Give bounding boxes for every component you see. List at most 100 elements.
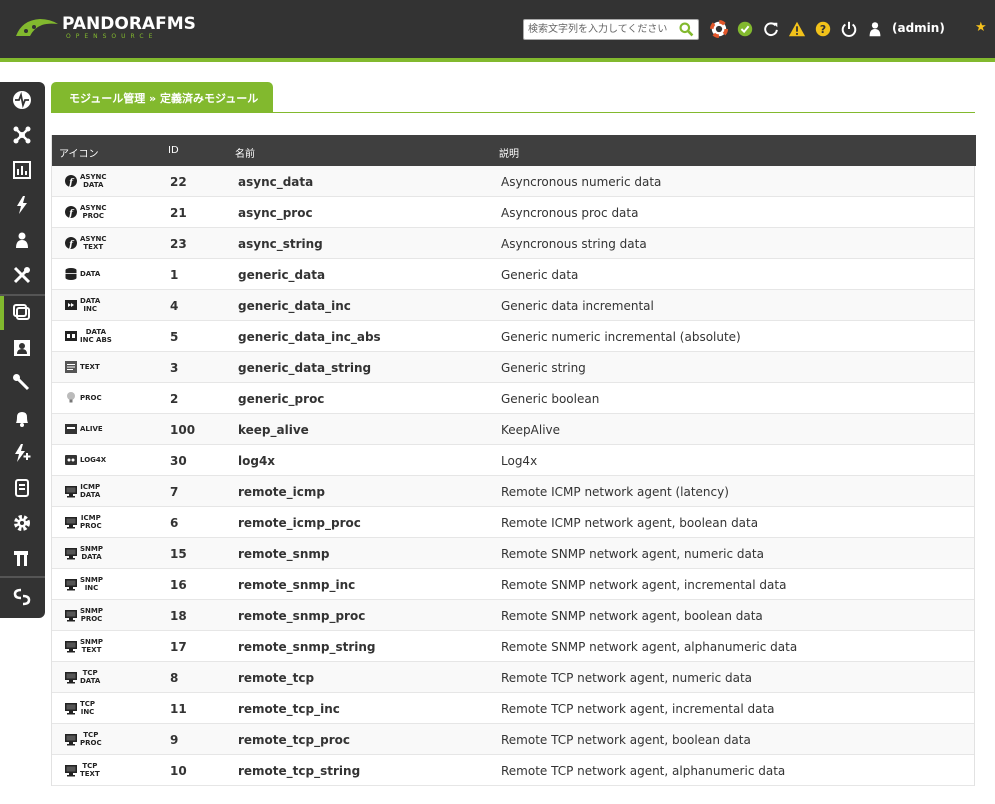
module-name-link[interactable]: remote_snmp	[238, 547, 329, 561]
module-id: 100	[170, 423, 196, 437]
async-icon: f	[64, 236, 78, 250]
module-description: Generic string	[501, 361, 586, 375]
profile-icon	[14, 340, 30, 356]
module-name-link[interactable]: log4x	[238, 454, 275, 468]
sidebar-item-profiles[interactable]	[0, 331, 45, 365]
module-name-link[interactable]: remote_icmp_proc	[238, 516, 361, 530]
bolt-plus-icon	[15, 444, 31, 462]
user-icon[interactable]	[866, 20, 884, 38]
top-header: PANDORAFMS OPENSOURCE ? (admin)	[0, 0, 995, 58]
module-type-tag: DATA	[80, 270, 101, 278]
sidebar-item-admin-tools[interactable]	[0, 506, 45, 540]
sidebar-item-links[interactable]	[0, 580, 45, 614]
module-name-link[interactable]: remote_tcp_string	[238, 764, 360, 778]
sidebar-item-setup[interactable]	[0, 471, 45, 505]
module-type-tag: PROC	[80, 394, 102, 402]
module-type-tag: ICMP PROC	[80, 514, 102, 530]
column-header-name[interactable]: 名前	[235, 145, 255, 160]
sidebar-item-workspace[interactable]	[0, 223, 45, 257]
table-row: SNMP TEXT 17 remote_snmp_string Remote SNMP…	[52, 631, 974, 662]
module-name-link[interactable]: async_data	[238, 175, 313, 189]
search-input[interactable]	[528, 22, 678, 37]
module-name-link[interactable]: keep_alive	[238, 423, 309, 437]
sidebar-item-topology[interactable]	[0, 118, 45, 152]
module-description: Generic data incremental	[501, 299, 654, 313]
module-type-tag: TCP DATA	[80, 669, 101, 685]
warning-icon[interactable]	[788, 20, 806, 38]
table-row: TCP DATA 8 remote_tcp Remote TCP network ag…	[52, 662, 974, 693]
module-name-link[interactable]: remote_snmp_string	[238, 640, 376, 654]
module-description: Asyncronous string data	[501, 237, 647, 251]
module-name-link[interactable]: remote_snmp_proc	[238, 609, 365, 623]
sidebar-item-servers[interactable]	[0, 436, 45, 470]
question-icon[interactable]: ?	[814, 20, 832, 38]
module-name-link[interactable]: async_string	[238, 237, 323, 251]
module-description: Generic boolean	[501, 392, 600, 406]
svg-text:?: ?	[820, 23, 826, 36]
user-label[interactable]: (admin)	[892, 21, 945, 35]
module-description: Remote TCP network agent, incremental da…	[501, 702, 775, 716]
module-name-link[interactable]: generic_data_inc_abs	[238, 330, 381, 344]
page-title: モジュール管理 » 定義済みモジュール	[69, 92, 259, 105]
power-icon[interactable]	[840, 20, 858, 38]
module-name-link[interactable]: remote_icmp	[238, 485, 325, 499]
module-description: Remote TCP network agent, alphanumeric d…	[501, 764, 786, 778]
table-row: TEXT 3 generic_data_string Generic string	[52, 352, 974, 383]
module-name-link[interactable]: remote_tcp_inc	[238, 702, 340, 716]
module-type-tag: SNMP DATA	[80, 545, 103, 561]
module-type-tag: ASYNC PROC	[80, 204, 107, 220]
sidebar-item-tools[interactable]	[0, 258, 45, 292]
module-type-tag: DATA INC	[80, 297, 101, 313]
monitor-icon	[64, 732, 78, 746]
pandora-logo[interactable]: PANDORAFMS OPENSOURCE	[14, 12, 204, 42]
sidebar-item-reporting[interactable]	[0, 153, 45, 187]
module-description: Generic numeric incremental (absolute)	[501, 330, 741, 344]
favorites-star-icon[interactable]: ★	[975, 20, 987, 35]
module-name-link[interactable]: generic_data	[238, 268, 325, 282]
module-name-link[interactable]: generic_data_inc	[238, 299, 351, 313]
column-header-icon[interactable]: アイコン	[59, 145, 99, 160]
data-inc-icon	[64, 298, 78, 312]
module-description: Remote ICMP network agent, boolean data	[501, 516, 759, 530]
sidebar-item-extensions[interactable]	[0, 541, 45, 575]
link-icon	[13, 588, 31, 606]
tools-icon	[13, 266, 31, 284]
module-description: Asyncronous proc data	[501, 206, 639, 220]
module-name-link[interactable]: remote_tcp_proc	[238, 733, 350, 747]
page-title-tab: モジュール管理 » 定義済みモジュール	[51, 82, 273, 113]
module-name-link[interactable]: remote_tcp	[238, 671, 314, 685]
monitor-icon	[64, 701, 78, 715]
search-icon[interactable]	[678, 21, 695, 38]
module-description: Remote SNMP network agent, numeric data	[501, 547, 764, 561]
sidebar-item-resources[interactable]	[0, 296, 45, 330]
help-lifebuoy-icon[interactable]	[710, 20, 728, 38]
modules-table: アイコン ID 名前 説明 f ASYNC DATA 22 async_data Asy…	[51, 135, 976, 786]
sidebar-item-configuration[interactable]	[0, 366, 45, 400]
module-description: KeepAlive	[501, 423, 561, 437]
column-header-id[interactable]: ID	[168, 145, 179, 156]
module-id: 6	[170, 516, 179, 530]
bulb-icon	[64, 391, 78, 405]
data-inc-abs-icon	[64, 329, 78, 343]
module-name-link[interactable]: generic_data_string	[238, 361, 371, 375]
report-icon	[13, 161, 31, 179]
column-header-description[interactable]: 説明	[499, 145, 519, 160]
sidebar-item-alerts[interactable]	[0, 401, 45, 435]
table-row: SNMP DATA 15 remote_snmp Remote SNMP networ…	[52, 538, 974, 569]
monitor-icon	[64, 484, 78, 498]
module-id: 3	[170, 361, 179, 375]
sidebar-item-monitoring[interactable]	[0, 83, 45, 117]
monitor-icon	[64, 577, 78, 591]
table-row: TCP INC 11 remote_tcp_inc Remote TCP networ…	[52, 693, 974, 724]
module-type-tag: SNMP TEXT	[80, 638, 103, 654]
module-name-link[interactable]: async_proc	[238, 206, 313, 220]
sidebar-item-events[interactable]	[0, 188, 45, 222]
module-description: Remote SNMP network agent, alphanumeric …	[501, 640, 798, 654]
refresh-icon[interactable]	[762, 20, 780, 38]
module-name-link[interactable]: remote_snmp_inc	[238, 578, 355, 592]
async-icon: f	[64, 205, 78, 219]
ok-check-icon[interactable]	[736, 20, 754, 38]
module-name-link[interactable]: generic_proc	[238, 392, 324, 406]
module-id: 2	[170, 392, 179, 406]
module-type-tag: DATA INC ABS	[80, 328, 112, 344]
